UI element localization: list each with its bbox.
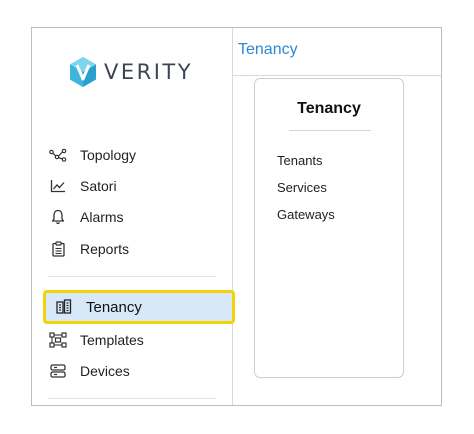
bell-icon xyxy=(48,207,68,227)
sidebar: VERITY Topology Satori Alarms Reports Te… xyxy=(32,28,235,405)
sidebar-item-topology[interactable]: Topology xyxy=(48,143,136,167)
brand-name: VERITY xyxy=(104,60,194,84)
panel-title: Tenancy xyxy=(297,100,361,117)
page-title[interactable]: Tenancy xyxy=(238,41,298,59)
sidebar-item-devices[interactable]: Devices xyxy=(48,359,130,383)
sidebar-item-satori[interactable]: Satori xyxy=(48,174,117,198)
chart-line-icon xyxy=(48,176,68,196)
clipboard-icon xyxy=(48,239,68,259)
services-link[interactable]: Services xyxy=(277,180,327,195)
sidebar-item-label: Alarms xyxy=(80,209,124,225)
sidebar-item-label: Devices xyxy=(80,363,130,379)
devices-icon xyxy=(48,361,68,381)
templates-icon xyxy=(48,330,68,350)
app-window: VERITY Topology Satori Alarms Reports Te… xyxy=(31,27,442,406)
topology-icon xyxy=(48,145,68,165)
sidebar-item-alarms[interactable]: Alarms xyxy=(48,205,124,229)
sidebar-item-label: Reports xyxy=(80,241,130,257)
sidebar-item-label: Topology xyxy=(80,147,137,163)
tenancy-icon xyxy=(54,297,74,317)
sidebar-item-reports[interactable]: Reports xyxy=(48,237,129,261)
header-divider xyxy=(233,75,441,76)
sidebar-item-tenancy[interactable]: Tenancy xyxy=(43,290,235,324)
tenants-link[interactable]: Tenants xyxy=(277,153,323,168)
panel-divider xyxy=(289,130,371,131)
brand-logo[interactable]: VERITY xyxy=(68,56,193,88)
sidebar-item-templates[interactable]: Templates xyxy=(48,328,144,352)
tenancy-menu-panel: Tenancy Tenants Services Gateways xyxy=(254,78,404,378)
sidebar-item-label: Templates xyxy=(80,332,144,348)
sidebar-item-label: Tenancy xyxy=(86,298,142,316)
sidebar-item-label: Satori xyxy=(80,178,117,194)
verity-logo-icon xyxy=(68,56,98,88)
sidebar-divider xyxy=(48,276,216,277)
gateways-link[interactable]: Gateways xyxy=(277,207,335,222)
sidebar-divider xyxy=(48,398,216,399)
